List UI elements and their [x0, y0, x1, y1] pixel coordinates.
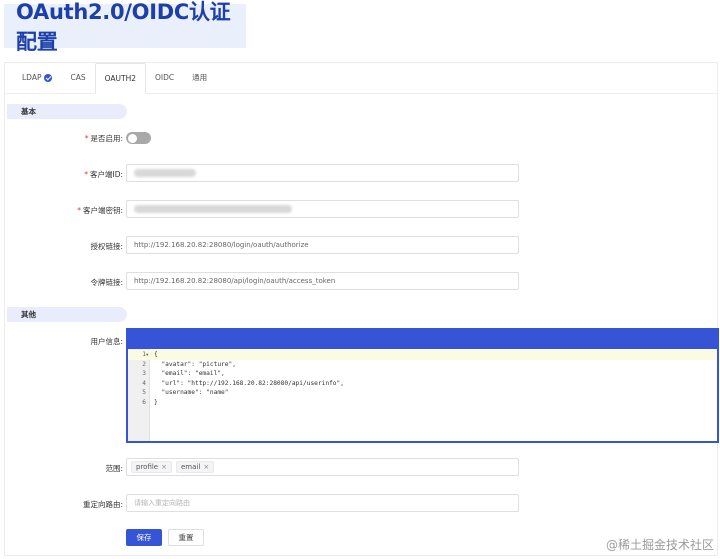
client-id-label-text: 客户端ID:	[89, 170, 123, 179]
toggle-knob	[127, 133, 137, 143]
redacted-value	[134, 205, 292, 213]
client-secret-label-text: 客户端密钥:	[82, 206, 123, 215]
tab-general[interactable]: 通用	[183, 62, 216, 93]
reset-button[interactable]: 重置	[168, 529, 204, 546]
code-text: {	[154, 351, 158, 358]
close-icon[interactable]: ×	[203, 463, 209, 471]
scope-tag-label: profile	[136, 463, 159, 471]
line-number: 6	[142, 398, 146, 406]
config-panel: LDAP CAS OAUTH2 OIDC 通用 基本 * 是否启用: * 客户端ID…	[4, 62, 719, 556]
tab-oidc[interactable]: OIDC	[146, 62, 183, 93]
code-line: 2 "avatar": "picture",	[128, 360, 717, 370]
client-secret-label: * 客户端密钥:	[77, 205, 123, 216]
user-info-json-editor[interactable]: 1 ▼ { 2 "avatar": "picture", 3 "email": "e…	[126, 328, 719, 443]
enabled-label-text: 是否启用:	[90, 134, 123, 143]
tab-general-label: 通用	[192, 73, 208, 82]
redirect-input[interactable]: 请输入重定向路由	[126, 494, 519, 512]
enabled-label: * 是否启用:	[85, 133, 123, 144]
enabled-toggle[interactable]	[126, 132, 151, 144]
redacted-value	[134, 169, 196, 177]
page-title: OAuth2.0/OIDC认证配置	[4, 0, 246, 54]
tab-ldap-label: LDAP	[22, 73, 42, 82]
auth-url-label: 授权链接:	[90, 242, 123, 251]
code-line: 5 "username": "name"	[128, 388, 717, 398]
scope-tag-label: email	[181, 463, 201, 471]
tab-bar: LDAP CAS OAUTH2 OIDC 通用	[5, 63, 717, 94]
code-text: "username": "name"	[154, 389, 229, 396]
required-mark: *	[77, 206, 81, 215]
line-number: 1	[142, 351, 146, 358]
save-button[interactable]: 保存	[126, 529, 162, 546]
code-text: "url": "http://192.168.20.82:28080/api/u…	[154, 379, 344, 387]
line-number: 3	[142, 370, 146, 377]
section-other: 其他	[7, 307, 127, 322]
fold-arrow-icon[interactable]: ▼	[146, 350, 148, 360]
code-text: "email": "email",	[154, 370, 225, 377]
check-circle-icon	[44, 73, 53, 82]
line-number: 4	[142, 379, 146, 387]
scope-tag: profile ×	[131, 461, 172, 473]
line-number: 5	[142, 389, 146, 396]
code-text: }	[154, 398, 158, 406]
code-line: 4 "url": "http://192.168.20.82:28080/api…	[128, 379, 717, 389]
code-text: "avatar": "picture",	[154, 360, 236, 368]
editor-code[interactable]: 1 ▼ { 2 "avatar": "picture", 3 "email": "e…	[128, 350, 717, 407]
client-secret-input[interactable]	[126, 200, 519, 218]
token-url-label: 令牌链接:	[90, 278, 123, 287]
tab-oauth2-label: OAUTH2	[104, 74, 137, 83]
watermark: @稀土掘金技术社区	[605, 538, 714, 552]
code-line: 3 "email": "email",	[128, 369, 717, 379]
close-icon[interactable]: ×	[161, 463, 167, 471]
required-mark: *	[84, 170, 88, 179]
tab-oidc-label: OIDC	[155, 73, 175, 82]
token-url-input[interactable]: http://192.168.20.82:28080/api/login/oau…	[126, 272, 519, 290]
tab-cas[interactable]: CAS	[61, 62, 94, 93]
client-id-input[interactable]	[126, 164, 519, 182]
user-info-label: 用户信息:	[90, 337, 123, 346]
redirect-placeholder: 请输入重定向路由	[134, 499, 190, 507]
scope-select[interactable]: profile × email ×	[126, 458, 519, 476]
scope-tag: email ×	[176, 461, 215, 473]
line-number: 2	[142, 360, 146, 368]
editor-toolbar	[128, 330, 717, 349]
scope-label: 范围:	[105, 464, 123, 473]
section-basic: 基本	[7, 104, 127, 119]
redirect-label: 重定向路由:	[82, 500, 123, 509]
tab-cas-label: CAS	[70, 73, 86, 82]
tab-ldap[interactable]: LDAP	[13, 62, 61, 93]
client-id-label: * 客户端ID:	[84, 169, 123, 180]
required-mark: *	[84, 134, 89, 143]
code-line: 6}	[128, 398, 717, 408]
auth-url-input[interactable]: http://192.168.20.82:28080/login/oauth/a…	[126, 236, 519, 254]
tab-oauth2[interactable]: OAUTH2	[94, 63, 147, 94]
code-line: 1 ▼ {	[128, 350, 717, 360]
